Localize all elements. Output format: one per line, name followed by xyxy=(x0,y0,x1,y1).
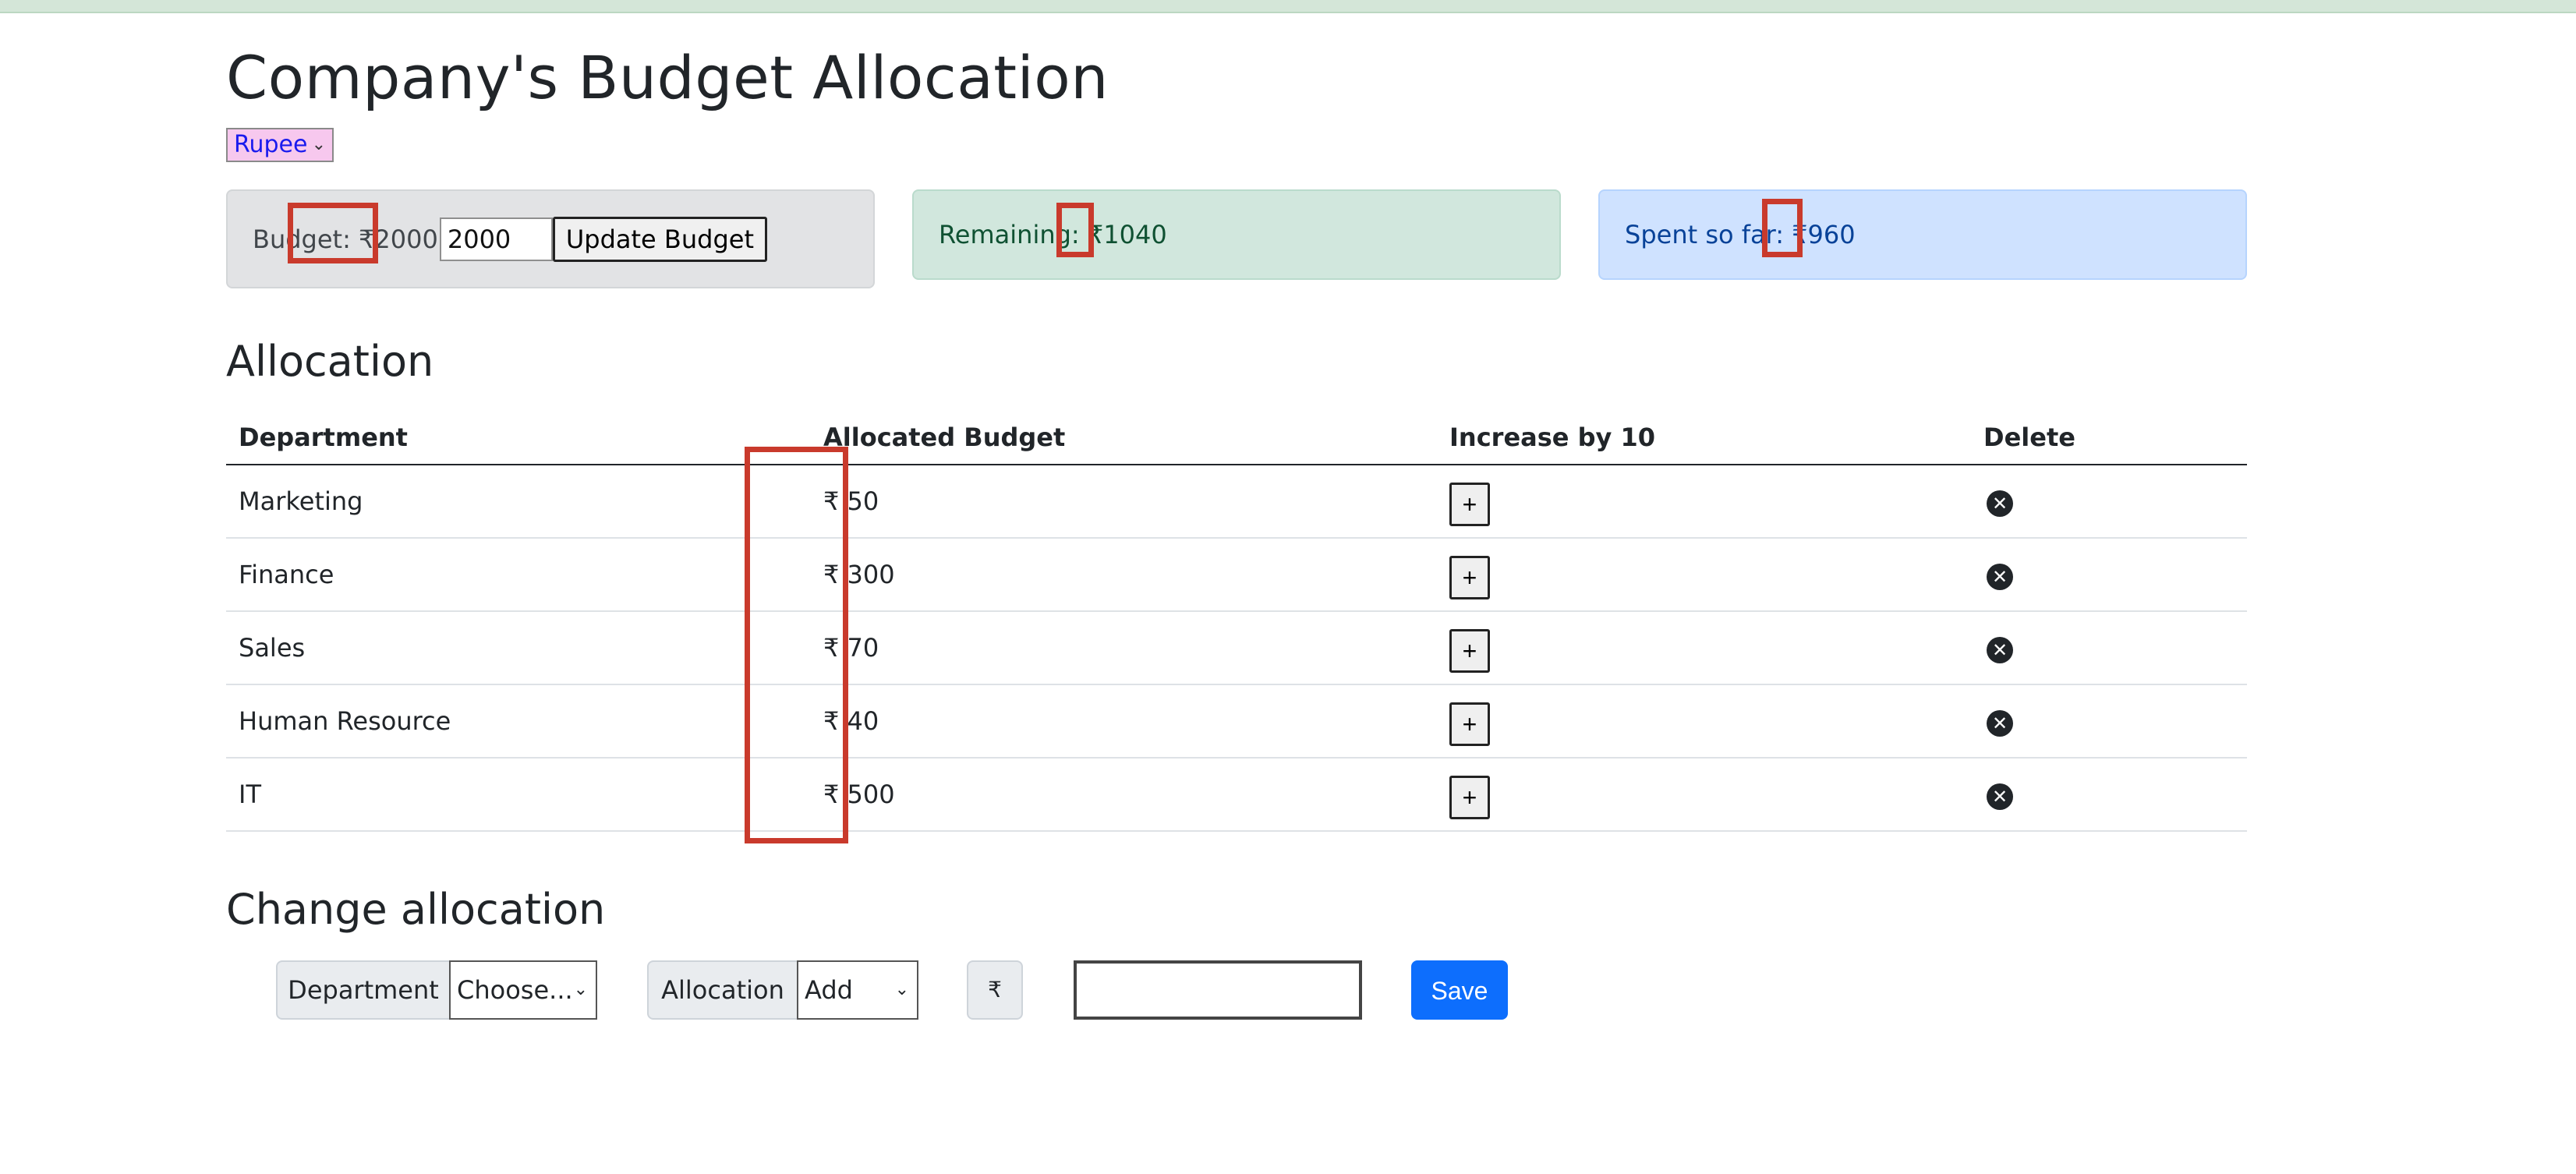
budget-cell: ₹ 40 xyxy=(823,706,879,736)
header-delete: Delete xyxy=(1983,423,2075,452)
department-cell: Sales xyxy=(239,633,306,663)
amount-input[interactable] xyxy=(1074,960,1362,1020)
spent-card: Spent so far: ₹960 xyxy=(1598,189,2247,280)
change-allocation-title: Change allocation xyxy=(226,885,606,934)
header-department: Department xyxy=(239,423,408,452)
budget-cell: ₹ 70 xyxy=(823,633,879,663)
header-increase: Increase by 10 xyxy=(1449,423,1656,452)
circle-x-icon[interactable]: ✕ xyxy=(1987,636,2013,663)
increase-button[interactable]: + xyxy=(1449,556,1490,599)
increase-button[interactable]: + xyxy=(1449,629,1490,673)
circle-x-icon[interactable]: ✕ xyxy=(1987,563,2013,590)
department-select[interactable]: Choose... ⌄ xyxy=(449,960,597,1020)
department-cell: Human Resource xyxy=(239,706,451,736)
allocation-addon-label: Allocation xyxy=(647,960,798,1020)
budget-input[interactable]: 2000 xyxy=(439,217,553,261)
increase-button[interactable]: + xyxy=(1449,702,1490,746)
increase-button[interactable]: + xyxy=(1449,483,1490,526)
chevron-down-icon: ⌄ xyxy=(894,980,909,999)
chevron-down-icon: ⌄ xyxy=(573,980,588,999)
department-cell: IT xyxy=(239,780,261,809)
top-bar xyxy=(0,0,2576,13)
currency-select[interactable]: Rupee ⌄ xyxy=(226,128,334,162)
spent-label: Spent so far: ₹960 xyxy=(1625,220,1856,249)
remaining-card: Remaining: ₹1040 xyxy=(912,189,1561,280)
chevron-down-icon: ⌄ xyxy=(311,135,326,154)
budget-cell: ₹ 500 xyxy=(823,780,895,809)
remaining-label: Remaining: ₹1040 xyxy=(939,220,1167,249)
table-row: Marketing ₹ 50 + ✕ xyxy=(226,465,2247,539)
table-header: Department Allocated Budget Increase by … xyxy=(226,411,2247,465)
circle-x-icon[interactable]: ✕ xyxy=(1987,490,2013,517)
highlight-box xyxy=(1762,199,1803,257)
table-row: IT ₹ 500 + ✕ xyxy=(226,759,2247,832)
circle-x-icon[interactable]: ✕ xyxy=(1987,709,2013,737)
highlight-box xyxy=(745,447,848,843)
update-budget-button[interactable]: Update Budget xyxy=(552,216,767,262)
highlight-box xyxy=(288,203,378,263)
page-title: Company's Budget Allocation xyxy=(226,43,1109,112)
budget-cell: ₹ 300 xyxy=(823,560,895,589)
highlight-box xyxy=(1056,203,1094,257)
budget-cell: ₹ 50 xyxy=(823,486,879,516)
department-addon-label: Department xyxy=(276,960,451,1020)
department-select-value: Choose... xyxy=(457,975,573,1005)
table-row: Finance ₹ 300 + ✕ xyxy=(226,539,2247,612)
department-cell: Marketing xyxy=(239,486,363,516)
allocation-title: Allocation xyxy=(226,337,434,386)
currency-symbol-addon: ₹ xyxy=(967,960,1023,1020)
header-allocated-budget: Allocated Budget xyxy=(823,423,1066,452)
table-row: Human Resource ₹ 40 + ✕ xyxy=(226,685,2247,759)
change-allocation-controls: Department Choose... ⌄ Allocation Add ⌄ … xyxy=(0,960,2576,1020)
currency-select-value: Rupee xyxy=(234,131,308,158)
save-button[interactable]: Save xyxy=(1411,960,1508,1020)
department-cell: Finance xyxy=(239,560,334,589)
allocation-table: Department Allocated Budget Increase by … xyxy=(226,411,2247,832)
increase-button[interactable]: + xyxy=(1449,776,1490,819)
table-row: Sales ₹ 70 + ✕ xyxy=(226,612,2247,685)
circle-x-icon[interactable]: ✕ xyxy=(1987,783,2013,810)
allocation-select[interactable]: Add ⌄ xyxy=(797,960,918,1020)
allocation-select-value: Add xyxy=(805,975,853,1005)
